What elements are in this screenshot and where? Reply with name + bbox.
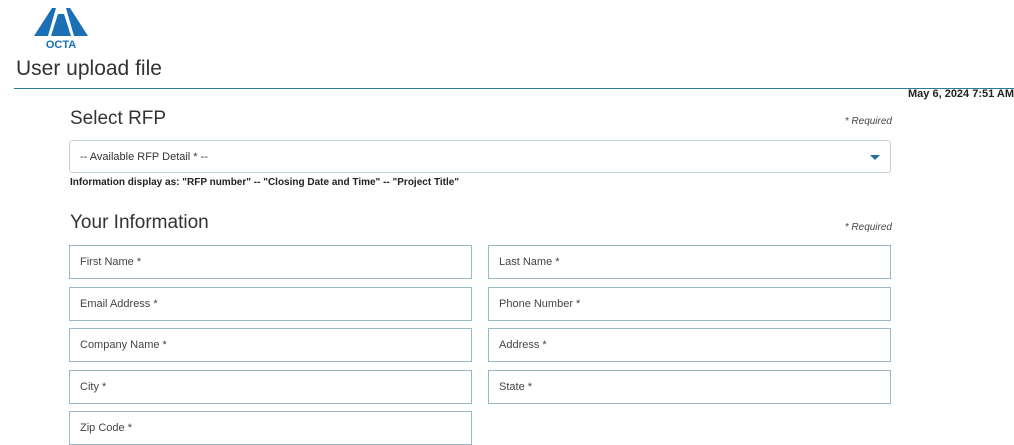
header-divider — [14, 88, 1014, 89]
address-field[interactable] — [488, 328, 891, 362]
octa-logo: OCTA — [34, 6, 88, 51]
rfp-required-note: * Required — [844, 116, 892, 127]
city-field[interactable] — [69, 370, 472, 404]
state-field[interactable] — [488, 370, 891, 404]
rfp-select[interactable]: -- Available RFP Detail * -- — [69, 140, 891, 173]
chevron-down-icon[interactable] — [870, 155, 880, 160]
your-information-title: Your Information — [70, 212, 209, 233]
first-name-field[interactable] — [69, 245, 472, 279]
email-field[interactable] — [69, 287, 472, 321]
company-field[interactable] — [69, 328, 472, 362]
phone-field[interactable] — [488, 287, 891, 321]
last-name-field[interactable] — [488, 245, 891, 279]
info-required-note: * Required — [844, 222, 892, 233]
rfp-help-text: Information display as: "RFP number" -- … — [70, 177, 460, 188]
logo-text: OCTA — [46, 39, 76, 50]
timestamp: May 6, 2024 7:51 AM — [908, 88, 1014, 100]
select-rfp-title: Select RFP — [70, 108, 167, 129]
rfp-select-value: -- Available RFP Detail * -- — [80, 151, 208, 163]
page-title: User upload file — [16, 57, 162, 80]
